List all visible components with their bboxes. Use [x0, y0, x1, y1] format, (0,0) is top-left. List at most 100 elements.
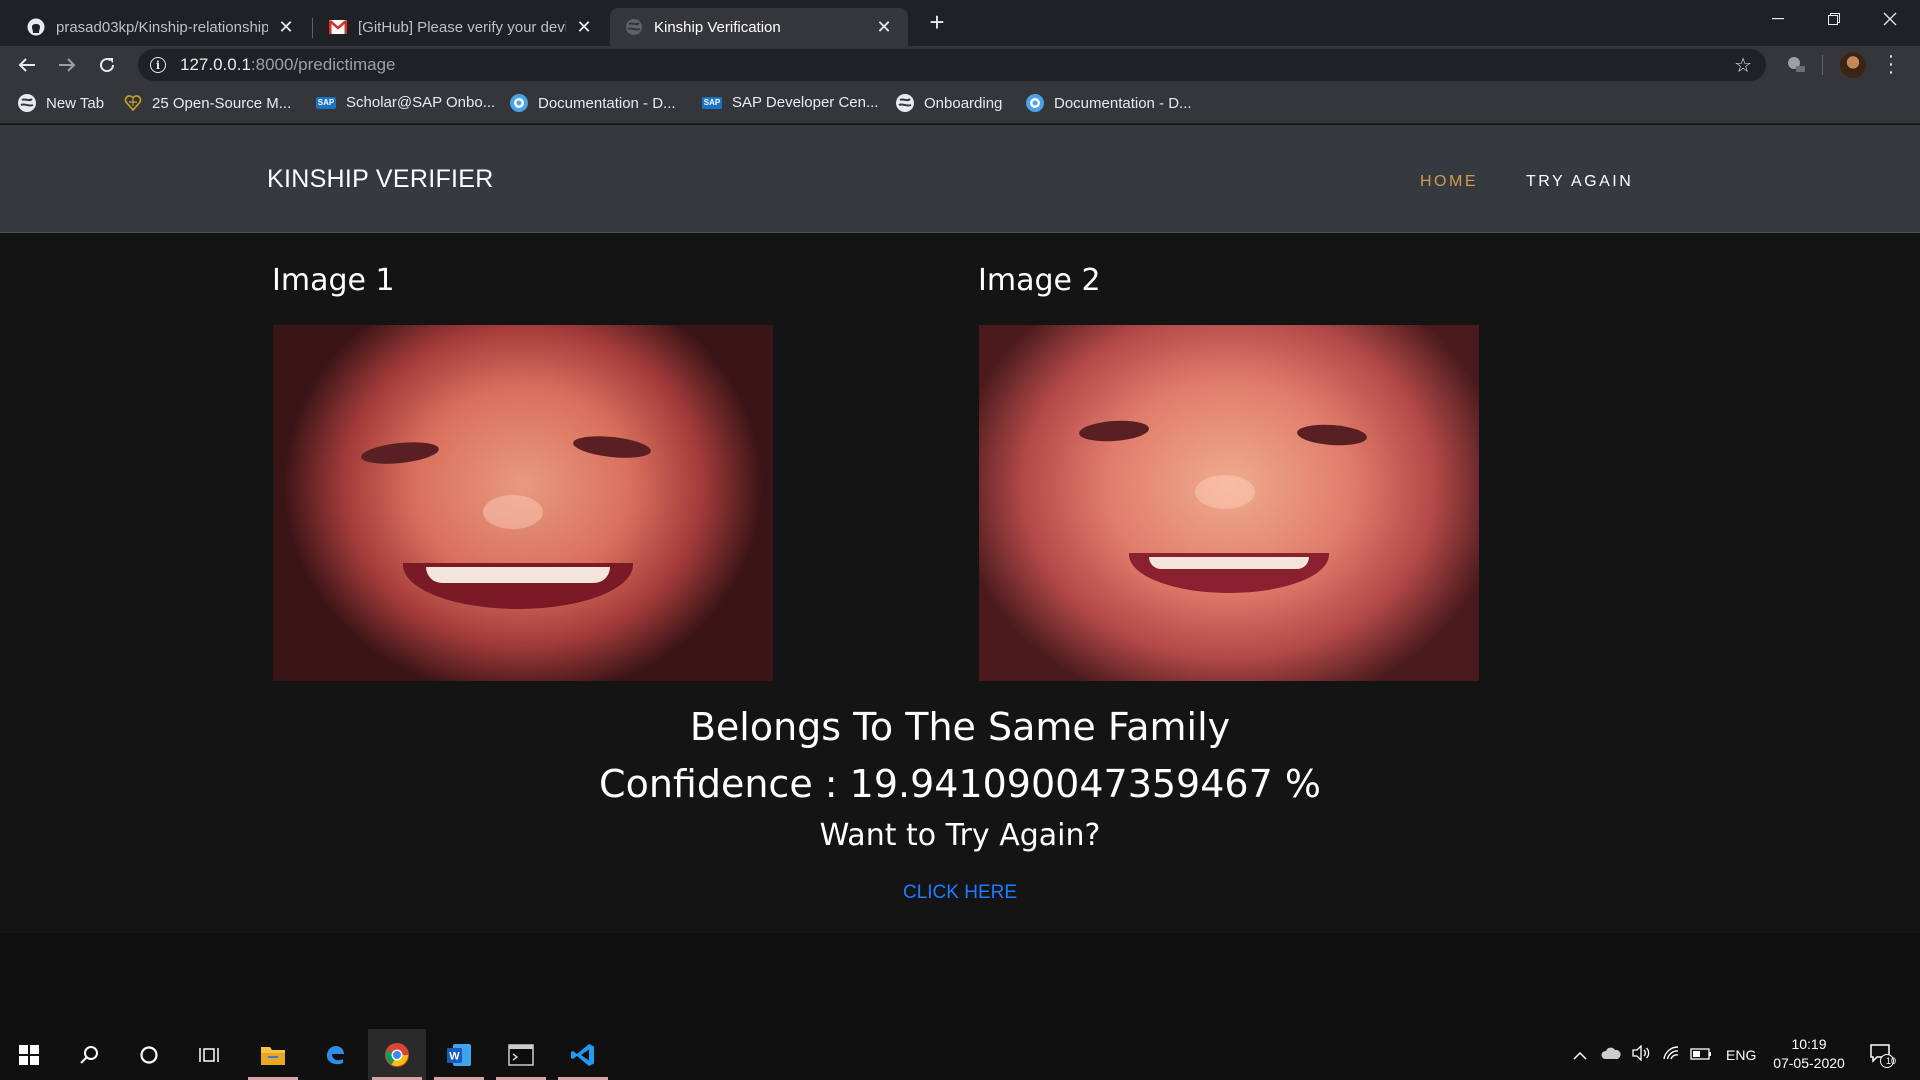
reload-icon[interactable]: [90, 48, 124, 82]
photo-nose: [1195, 475, 1255, 509]
windows-start-icon[interactable]: [0, 1029, 58, 1080]
tab-divider: [312, 18, 313, 38]
image-2-photo: [979, 325, 1479, 681]
nav-try-again-link[interactable]: TRY AGAIN: [1526, 173, 1633, 191]
click-here-link[interactable]: CLICK HERE: [0, 882, 1920, 904]
chrome-icon[interactable]: [368, 1029, 426, 1080]
back-icon[interactable]: [10, 48, 44, 82]
github-icon: [26, 17, 46, 37]
close-window-icon[interactable]: [1862, 0, 1918, 38]
battery-icon[interactable]: [1686, 1047, 1716, 1063]
doc-globe-icon: [510, 94, 528, 112]
bookmark-label: Documentation - D...: [1054, 94, 1192, 112]
restore-window-icon[interactable]: [1806, 0, 1862, 38]
globe-icon: [624, 17, 644, 37]
svg-text:W: W: [449, 1050, 460, 1062]
image-2-label: Image 2: [978, 263, 1101, 298]
photo-eye: [360, 438, 440, 468]
browser-menu-icon[interactable]: · · ·: [1886, 46, 1896, 82]
site-navbar: KINSHIP VERIFIER HOME TRY AGAIN: [0, 125, 1920, 233]
globe-icon: [896, 94, 914, 112]
word-icon[interactable]: W: [430, 1029, 488, 1080]
bookmark-label: Documentation - D...: [538, 94, 676, 112]
tab-gmail[interactable]: [GitHub] Please verify your device ✕: [314, 8, 608, 46]
close-tab-icon[interactable]: ✕: [574, 17, 594, 38]
toolbar-divider: [1822, 55, 1823, 75]
doc-globe-icon: [1026, 94, 1044, 112]
volume-icon[interactable]: [1626, 1044, 1656, 1064]
web-page: KINSHIP VERIFIER HOME TRY AGAIN Image 1 …: [0, 125, 1920, 1029]
photo-mouth: [1129, 553, 1329, 593]
sap-icon: SAP: [316, 96, 336, 109]
close-tab-icon[interactable]: ✕: [874, 17, 894, 38]
result-verdict: Belongs To The Same Family: [689, 705, 1231, 749]
notification-count: 10: [1886, 1056, 1897, 1066]
bookmark-onboarding[interactable]: Onboarding: [896, 94, 1002, 112]
clock-time: 10:19: [1791, 1036, 1827, 1052]
profile-avatar[interactable]: [1840, 52, 1866, 78]
nav-home-link[interactable]: HOME: [1420, 173, 1478, 191]
extension-icon[interactable]: [1785, 54, 1807, 76]
browser-toolbar: i 127.0.0.1 :8000/predictimage ☆ · · ·: [0, 46, 1920, 84]
language-indicator[interactable]: ENG: [1726, 1047, 1756, 1063]
bookmark-label: Scholar@SAP Onbo...: [346, 94, 496, 111]
photo-eye: [1078, 418, 1150, 444]
minimize-window-icon[interactable]: [1750, 0, 1806, 38]
url-host: 127.0.0.1: [180, 55, 251, 74]
new-tab-button[interactable]: +: [922, 8, 952, 38]
photo-eye: [572, 432, 652, 462]
vscode-icon[interactable]: [554, 1029, 612, 1080]
confidence-score: Confidence : 19.941090047359467 %: [599, 762, 1321, 806]
wifi-icon[interactable]: [1656, 1045, 1686, 1064]
gmail-icon: [328, 17, 348, 37]
bookmark-open-source[interactable]: 25 Open-Source M...: [124, 94, 291, 112]
bookmark-label: New Tab: [46, 94, 105, 112]
file-explorer-icon[interactable]: [244, 1029, 302, 1080]
try-again-prompt: Want to Try Again?: [819, 818, 1101, 853]
tab-kinship-verification[interactable]: Kinship Verification ✕: [610, 8, 908, 46]
url-path: :8000/predictimage: [250, 55, 396, 74]
site-brand[interactable]: KINSHIP VERIFIER: [267, 165, 494, 194]
bookmark-label: SAP Developer Cen...: [732, 94, 879, 111]
browser-tab-strip: prasad03kp/Kinship-relationship ✕ [GitHu…: [0, 0, 1920, 46]
tab-title: [GitHub] Please verify your device: [358, 18, 566, 36]
tab-title: Kinship Verification: [654, 18, 781, 36]
photo-nose: [483, 495, 543, 529]
tab-github-repo[interactable]: prasad03kp/Kinship-relationship ✕: [12, 8, 310, 46]
task-view-icon[interactable]: [180, 1029, 238, 1080]
cortana-icon[interactable]: [120, 1029, 178, 1080]
globe-icon: [18, 94, 36, 112]
photo-mouth: [403, 563, 633, 609]
show-hidden-icons-icon[interactable]: [1570, 1047, 1590, 1063]
forward-icon[interactable]: [50, 48, 84, 82]
bookmark-documentation-1[interactable]: Documentation - D...: [510, 94, 676, 112]
tab-title: prasad03kp/Kinship-relationship: [56, 18, 268, 36]
terminal-icon[interactable]: [492, 1029, 550, 1080]
system-clock[interactable]: 10:19 07-05-2020: [1766, 1035, 1852, 1073]
site-info-icon[interactable]: i: [150, 57, 166, 73]
image-1-label: Image 1: [272, 263, 395, 298]
onedrive-icon[interactable]: [1596, 1046, 1626, 1063]
bookmark-label: 25 Open-Source M...: [152, 94, 292, 112]
clock-date: 07-05-2020: [1773, 1055, 1845, 1071]
edge-icon[interactable]: [306, 1029, 364, 1080]
heart-icon: [124, 94, 142, 112]
search-icon[interactable]: [60, 1029, 118, 1080]
system-tray: ENG: [1570, 1029, 1756, 1080]
bookmark-label: Onboarding: [924, 94, 1003, 112]
bookmark-star-icon[interactable]: ☆: [1734, 53, 1752, 78]
notification-center-icon[interactable]: 10: [1852, 1029, 1910, 1080]
photo-teeth: [1149, 557, 1309, 569]
windows-taskbar: W ENG 10:19 07-05-2020 10: [0, 1029, 1920, 1080]
bookmark-new-tab[interactable]: New Tab: [18, 94, 104, 112]
page-footer: [0, 933, 1920, 1029]
photo-eye: [1296, 422, 1368, 448]
close-tab-icon[interactable]: ✕: [276, 17, 296, 38]
bookmark-documentation-2[interactable]: Documentation - D...: [1026, 94, 1192, 112]
address-bar[interactable]: i 127.0.0.1 :8000/predictimage ☆: [138, 49, 1766, 81]
sap-icon: SAP: [702, 96, 722, 109]
bookmarks-bar: New Tab 25 Open-Source M... SAP Scholar@…: [0, 84, 1920, 124]
bookmark-sap-developer[interactable]: SAP SAP Developer Cen...: [702, 94, 878, 111]
image-1-photo: [273, 325, 773, 681]
bookmark-scholar-sap[interactable]: SAP Scholar@SAP Onbo...: [316, 94, 495, 111]
